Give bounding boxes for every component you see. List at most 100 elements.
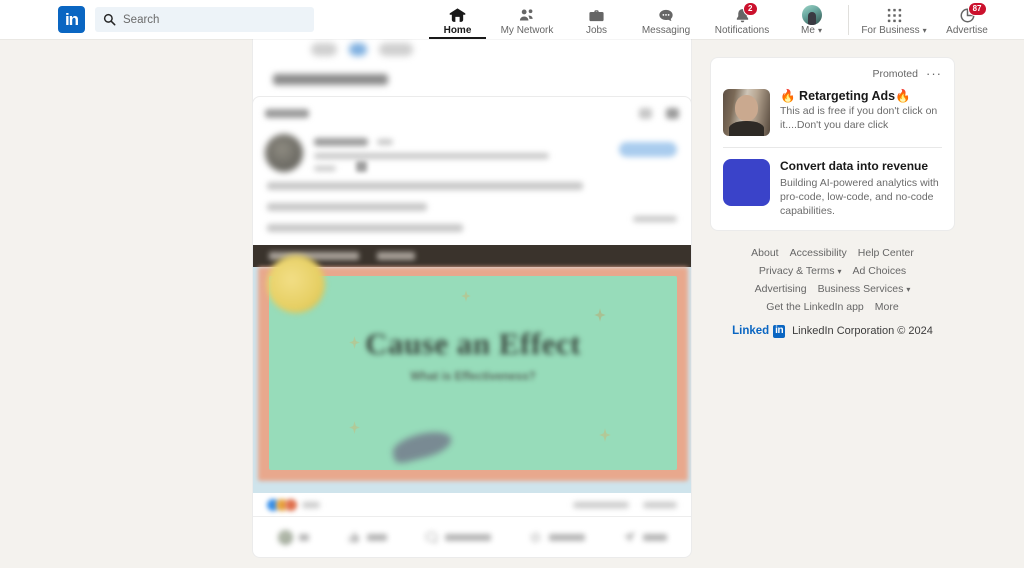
document-page-count [377,252,415,260]
footer-link-more[interactable]: More [875,301,899,313]
post-text-line [267,182,583,190]
repost-count[interactable] [643,502,677,508]
comment-button[interactable] [424,530,491,545]
grid-icon [887,6,902,24]
footer-link-about[interactable]: About [751,247,778,259]
comment-count[interactable] [573,502,629,508]
top-navigation-bar: in Search Home My Network Jobs [0,0,1024,39]
sparkle-icon [349,421,360,434]
nav-item-jobs[interactable]: Jobs [565,0,628,39]
nav-divider [848,5,849,35]
footer-brand: Linked in LinkedIn Corporation © 2024 [716,325,949,338]
slide-subtitle: What is Effectiveness? [269,371,677,383]
ad-description: Building AI-powered analytics with pro-c… [780,176,942,218]
repost-icon [528,530,543,545]
see-more-button[interactable] [633,216,677,222]
search-placeholder: Search [123,14,159,26]
bell-icon: 2 [734,6,751,24]
ad-text-block: 🔥 Retargeting Ads🔥 This ad is free if yo… [780,89,942,136]
footer-link-ad-choices[interactable]: Ad Choices [852,265,906,277]
nav-item-jobs-label: Jobs [586,25,607,36]
kebab-menu-icon[interactable]: ··· [926,70,942,78]
thumbs-up-icon [346,530,361,545]
react-caret [299,534,309,541]
sparkle-icon [461,290,471,302]
ad-text-block: Convert data into revenue Building AI-po… [780,159,942,218]
send-button[interactable] [622,530,667,545]
chip [311,43,337,56]
footer-link-advertising[interactable]: Advertising [755,283,807,295]
dismiss-post-icon[interactable] [666,108,679,119]
promoted-ads-card: Promoted ··· 🔥 Retargeting Ads🔥 This ad … [710,57,955,231]
ad-item-retargeting[interactable]: 🔥 Retargeting Ads🔥 This ad is free if yo… [723,89,942,136]
avatar-icon [802,6,822,24]
post-author-row [253,130,691,172]
post-meta-row [314,159,619,172]
load-more-comments-button[interactable] [273,74,388,85]
footer-link-accessibility[interactable]: Accessibility [790,247,847,259]
sparkle-icon [594,308,606,322]
ad-title[interactable]: 🔥 Retargeting Ads🔥 [780,89,942,104]
nav-item-notifications[interactable]: 2 Notifications [704,0,780,39]
nav-items: Home My Network Jobs Messaging 2 [426,0,1000,39]
decorative-blob [390,427,454,465]
nav-item-me[interactable]: Me▾ [780,0,843,39]
nav-item-my-network[interactable]: My Network [489,0,565,39]
site-footer: About Accessibility Help Center Privacy … [710,247,955,338]
comment-icon [424,530,439,545]
author-avatar[interactable] [265,134,303,172]
suggested-label [265,109,309,118]
ad-divider [723,147,942,148]
chevron-down-icon: ▾ [906,285,910,294]
post-action-bar [253,517,691,557]
post-text-body [253,172,691,232]
advertise-icon: 87 [959,6,976,24]
footer-link-get-app[interactable]: Get the LinkedIn app [766,301,864,313]
ad-thumbnail-photo [723,89,770,136]
feed-post-card[interactable]: Cause an Effect What is Effectiveness? [252,96,692,558]
chip [349,43,367,56]
people-icon [518,6,536,24]
nav-item-messaging[interactable]: Messaging [628,0,704,39]
nav-item-my-network-label: My Network [501,25,554,36]
author-name[interactable] [314,138,368,146]
post-image[interactable]: Cause an Effect What is Effectiveness? [253,245,692,493]
nav-item-notifications-label: Notifications [715,25,769,36]
profile-avatar [802,5,822,25]
reaction-summary[interactable] [267,499,320,511]
react-as-button[interactable] [278,530,309,545]
footer-link-business-services[interactable]: Business Services ▾ [818,283,911,295]
linkedin-logo-icon[interactable]: in [58,6,85,33]
message-icon [657,6,675,24]
comment-repost-counts [573,502,677,508]
notifications-badge: 2 [743,2,757,16]
slide-badge-icon [267,255,325,313]
footer-row: Privacy & Terms ▾ Ad Choices [716,265,949,277]
post-text-line [267,203,427,211]
love-reaction-icon [285,499,297,511]
post-header-actions [639,108,679,119]
slide-title: Cause an Effect [269,326,677,362]
post-social-counts [253,493,691,517]
right-sidebar: Promoted ··· 🔥 Retargeting Ads🔥 This ad … [710,57,955,338]
like-button[interactable] [346,530,387,545]
home-icon [449,6,466,24]
kebab-menu-icon[interactable] [639,108,652,119]
nav-item-for-business[interactable]: For Business▾ [854,0,934,39]
post-text-line [267,224,463,232]
search-input[interactable]: Search [95,7,314,32]
ad-title[interactable]: Convert data into revenue [780,159,942,174]
footer-row: About Accessibility Help Center [716,247,949,259]
like-label [367,534,387,541]
footer-link-help-center[interactable]: Help Center [858,247,914,259]
nav-item-advertise-label: Advertise [946,25,988,36]
nav-item-advertise[interactable]: 87 Advertise [934,0,1000,39]
post-timestamp [314,166,336,171]
nav-item-home[interactable]: Home [426,0,489,39]
copyright-text: LinkedIn Corporation © 2024 [792,325,933,337]
nav-item-home-label: Home [444,25,472,36]
follow-button[interactable] [619,142,677,157]
repost-button[interactable] [528,530,585,545]
footer-link-privacy-terms[interactable]: Privacy & Terms ▾ [759,265,842,277]
ad-item-convert-data[interactable]: Convert data into revenue Building AI-po… [723,159,942,218]
